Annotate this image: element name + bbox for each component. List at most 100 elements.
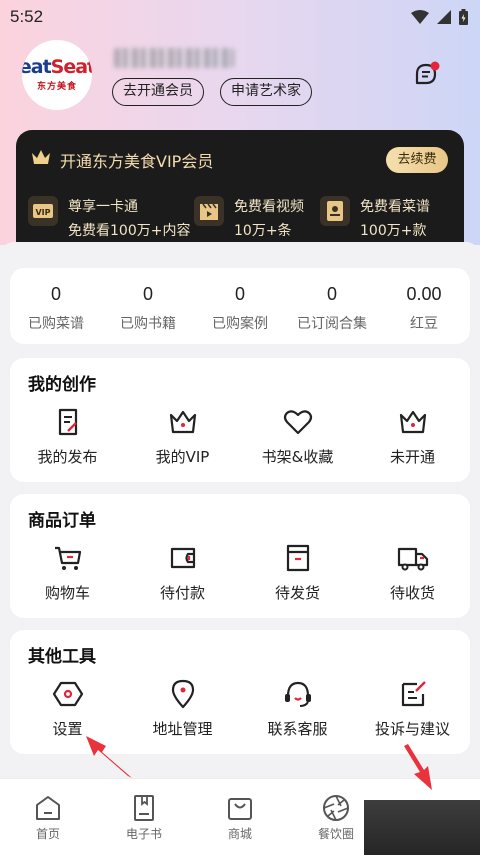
box-icon [286,544,309,572]
tab-label: 电子书 [125,827,162,841]
status-icons [411,9,468,25]
benefit-line2: 10万+条 [234,223,292,239]
message-button[interactable] [412,60,442,90]
vip-title: 开通东方美食VIP会员 [60,152,214,171]
feedback-icon [401,681,426,707]
tools-grid: 设置 地址管理 联系客服 投诉与建议 [10,678,470,739]
grid-label: 我的发布 [37,448,98,466]
crown-icon [32,150,50,164]
vip-card[interactable]: 开通东方美食VIP会员 去续费 VIP 尊享一卡通 免费看100万+内容 免费看… [16,130,464,248]
section-title: 商品订单 [28,511,96,531]
join-member-button[interactable]: 去开通会员 [112,78,204,106]
benefit-line2: 100万+款 [360,223,427,239]
avatar-logo-subtitle: 东方美食 [36,82,77,92]
pending-shipment-item[interactable]: 待发货 [240,542,355,603]
wifi-icon [411,10,429,24]
stat-subscribed-collections[interactable]: 0 已订阅合集 [286,268,378,344]
heart-icon [283,410,312,435]
stat-red-beans[interactable]: 0.00 红豆 [378,268,470,344]
stat-value: 0 [234,284,245,304]
stat-purchased-cases[interactable]: 0 已购案例 [194,268,286,344]
my-vip-item[interactable]: 我的VIP [125,406,240,467]
signal-icon [437,10,451,24]
vip-card-icon: VIP [28,196,58,226]
creation-grid: 我的发布 我的VIP 书架&收藏 未开通 [10,406,470,467]
stat-value: 0 [50,284,61,304]
stat-purchased-books[interactable]: 0 已购书籍 [102,268,194,344]
tools-card: 其他工具 设置 地址管理 联系客服 投诉与建议 [10,630,470,754]
stat-value: 0 [142,284,153,304]
message-icon [415,61,440,85]
feedback-item[interactable]: 投诉与建议 [355,678,470,739]
recipe-book-icon [320,196,350,226]
home-icon [36,796,60,820]
grid-label: 地址管理 [152,720,213,738]
not-activated-item[interactable]: 未开通 [355,406,470,467]
stat-value: 0 [326,284,337,304]
renew-button[interactable]: 去续费 [386,147,448,173]
grid-label: 联系客服 [267,720,328,738]
cart-icon [54,546,81,570]
tab-label: 首页 [35,827,60,841]
orders-card: 商品订单 购物车 待付款 待发货 待收货 [10,494,470,618]
crown-icon [169,410,196,434]
grid-label: 我的VIP [155,448,210,466]
stat-value: 0.00 [406,284,442,304]
ebook-icon [134,795,154,821]
profile-header: eatSeat 东方美食 去开通会员 申请艺术家 [22,40,462,114]
settings-item[interactable]: 设置 [10,678,125,739]
video-clapper-icon [194,196,224,226]
stat-label: 已购书籍 [120,316,176,332]
location-pin-icon [171,679,194,709]
customer-service-item[interactable]: 联系客服 [240,678,355,739]
grid-label: 设置 [52,720,83,738]
publish-icon [58,408,77,436]
stat-label: 红豆 [410,316,438,332]
address-item[interactable]: 地址管理 [125,678,240,739]
aperture-icon [323,795,349,821]
orders-grid: 购物车 待付款 待发货 待收货 [10,542,470,603]
headset-icon [284,681,311,707]
grid-label: 未开通 [389,448,435,466]
benefit-line1: 免费看视频 [234,199,304,215]
tab-home[interactable]: 首页 [0,779,96,855]
benefit-line2: 免费看100万+内容 [68,223,191,239]
avatar-logo: eatSeat [22,56,92,78]
cart-item[interactable]: 购物车 [10,542,125,603]
section-title: 我的创作 [28,375,96,395]
stat-label: 已购案例 [212,316,268,332]
bookshelf-favorites-item[interactable]: 书架&收藏 [240,406,355,467]
benefit-line1: 尊享一卡通 [68,199,138,215]
username-redacted [114,48,234,68]
dark-overlay-image [364,800,480,855]
grid-label: 购物车 [44,584,90,602]
avatar[interactable]: eatSeat 东方美食 [22,40,92,110]
pending-payment-item[interactable]: 待付款 [125,542,240,603]
tab-ebook[interactable]: 电子书 [96,779,192,855]
status-bar: 5:52 [0,0,480,34]
stat-label: 已订阅合集 [297,316,367,332]
vip-benefit[interactable]: VIP 尊享一卡通 免费看100万+内容 [28,194,198,240]
creation-card: 我的创作 我的发布 我的VIP 书架&收藏 未开通 [10,358,470,482]
my-publish-item[interactable]: 我的发布 [10,406,125,467]
grid-label: 投诉与建议 [374,720,450,738]
status-time: 5:52 [10,7,44,26]
section-title: 其他工具 [28,647,96,667]
vip-benefit[interactable]: 免费看菜谱 100万+款 [320,194,460,240]
apply-artist-button[interactable]: 申请艺术家 [220,78,312,106]
crown-icon [399,410,426,434]
wallet-icon [170,547,195,569]
stat-purchased-recipes[interactable]: 0 已购菜谱 [10,268,102,344]
vip-benefit[interactable]: 免费看视频 10万+条 [194,194,324,240]
benefit-line1: 免费看菜谱 [360,199,430,215]
grid-label: 待发货 [274,584,320,602]
shop-bag-icon [228,798,252,820]
stat-label: 已购菜谱 [28,316,84,332]
tab-shop[interactable]: 商城 [192,779,288,855]
settings-icon [52,681,83,707]
svg-text:VIP: VIP [35,208,50,217]
tab-label: 商城 [227,827,252,841]
pending-receipt-item[interactable]: 待收货 [355,542,470,603]
grid-label: 待付款 [159,584,205,602]
grid-label: 待收货 [389,584,435,602]
